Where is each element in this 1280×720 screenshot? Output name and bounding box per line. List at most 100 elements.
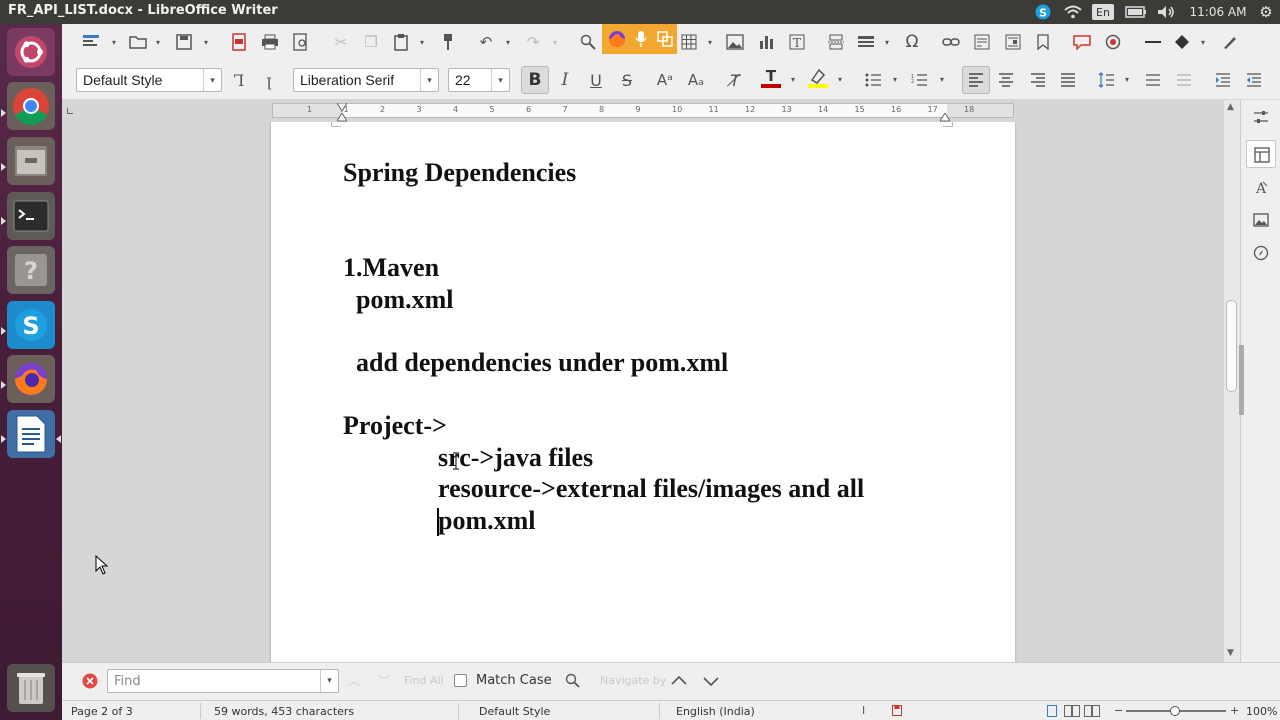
hyperlink-icon[interactable] (940, 31, 962, 53)
files-icon[interactable] (7, 137, 55, 185)
paragraph-style-select[interactable]: Default Style ▾ (76, 68, 222, 92)
find-previous-disabled-icon[interactable]: ︿ (348, 672, 360, 689)
strikethrough-icon[interactable]: S (616, 69, 638, 91)
document-line[interactable]: Project-> (343, 411, 447, 441)
increase-paragraph-spacing-icon[interactable] (1142, 69, 1164, 91)
scrollbar-thumb[interactable] (1226, 300, 1237, 392)
subscript-icon[interactable]: Aₐ (685, 69, 707, 91)
field-dropdown-arrow[interactable]: ▾ (885, 39, 893, 47)
firefox-icon[interactable] (7, 355, 55, 403)
comment-icon[interactable] (1071, 31, 1093, 53)
skype-icon[interactable]: S (7, 301, 55, 349)
document-line[interactable]: pom.xml (356, 285, 454, 315)
match-case-checkbox[interactable] (454, 674, 467, 687)
insert-table-icon[interactable] (678, 31, 700, 53)
find-next-disabled-icon[interactable]: ﹀ (378, 672, 390, 689)
insert-image-icon[interactable] (724, 31, 746, 53)
track-changes-icon[interactable] (1102, 31, 1124, 53)
document-line[interactable]: resource->external files/images and all (438, 474, 864, 504)
insert-textbox-icon[interactable]: T (786, 31, 808, 53)
zoom-out-icon[interactable]: − (1114, 704, 1123, 717)
align-center-icon[interactable] (995, 69, 1017, 91)
numbered-dropdown-arrow[interactable]: ▾ (940, 76, 948, 84)
wifi-icon[interactable] (1062, 3, 1084, 21)
print-icon[interactable] (259, 31, 281, 53)
font-name-select[interactable]: Liberation Serif ▾ (293, 68, 439, 92)
navigate-previous-icon[interactable] (670, 672, 688, 690)
font-color-dropdown-arrow[interactable]: ▾ (791, 76, 799, 84)
paste-icon[interactable] (390, 31, 412, 53)
paste-dropdown-arrow[interactable]: ▾ (420, 39, 428, 47)
find-all-button[interactable]: Find All (404, 674, 444, 687)
scroll-down-arrow[interactable]: ▼ (1227, 648, 1234, 658)
book-view-icon[interactable] (1084, 705, 1100, 717)
navigate-by-label[interactable]: Navigate by (600, 674, 666, 687)
font-size-arrow[interactable]: ▾ (491, 69, 509, 91)
highlight-color-icon[interactable] (807, 67, 829, 89)
open-folder-icon[interactable] (127, 31, 149, 53)
clone-formatting-icon[interactable] (437, 31, 459, 53)
undo-icon[interactable]: ↶ (475, 31, 497, 53)
redo-dropdown-arrow[interactable]: ▾ (553, 39, 561, 47)
bullet-list-icon[interactable] (862, 69, 884, 91)
bullet-dropdown-arrow[interactable]: ▾ (893, 76, 901, 84)
clock[interactable]: 11:06 AM (1186, 3, 1250, 21)
insert-line-icon[interactable] (1142, 31, 1164, 53)
help-icon[interactable]: ? (7, 246, 55, 294)
document-page[interactable]: Spring Dependencies 1.Maven pom.xml add … (271, 122, 1015, 662)
region-select-icon[interactable] (654, 28, 676, 50)
right-indent-marker[interactable] (939, 111, 951, 122)
sidebar-properties-tab[interactable] (1246, 140, 1276, 168)
microphone-icon[interactable] (630, 28, 652, 50)
numbered-list-icon[interactable]: 12 (908, 69, 930, 91)
libreoffice-writer-icon[interactable] (7, 410, 55, 458)
redo-icon[interactable]: ↷ (522, 31, 544, 53)
horizontal-ruler[interactable]: 1 1 2 3 4 5 6 7 8 9 10 11 12 13 14 15 16 17 18 (62, 100, 1224, 122)
sidebar-navigator-icon[interactable] (1250, 242, 1272, 264)
insert-mode-icon[interactable]: Ⅰ (862, 704, 876, 718)
zoom-level[interactable]: 100% (1246, 705, 1277, 718)
align-right-icon[interactable] (1027, 69, 1049, 91)
document-heading[interactable]: Spring Dependencies (343, 158, 576, 188)
new-style-icon[interactable]: ꞁ (258, 69, 280, 91)
basic-shapes-icon[interactable] (1171, 31, 1193, 53)
find-history-arrow[interactable]: ▾ (320, 670, 338, 692)
save-dropdown-arrow[interactable]: ▾ (204, 39, 212, 47)
font-name-arrow[interactable]: ▾ (420, 69, 438, 91)
zoom-slider-thumb[interactable] (1170, 706, 1180, 716)
tab-stop-selector[interactable] (67, 108, 73, 114)
new-document-icon[interactable] (80, 31, 102, 53)
font-size-select[interactable]: 22 ▾ (448, 68, 510, 92)
close-find-icon[interactable] (82, 673, 98, 689)
trash-icon[interactable] (7, 664, 55, 712)
bold-icon[interactable]: B (521, 66, 549, 94)
multi-page-view-icon[interactable] (1064, 705, 1080, 717)
copy-icon[interactable]: ❐ (360, 31, 382, 53)
print-preview-icon[interactable] (290, 31, 312, 53)
draw-functions-icon[interactable] (1219, 31, 1241, 53)
decrease-paragraph-spacing-icon[interactable] (1173, 69, 1195, 91)
battery-icon[interactable] (1124, 3, 1148, 21)
cut-icon[interactable]: ✂ (330, 31, 352, 53)
keyboard-layout-indicator[interactable]: En (1092, 4, 1114, 20)
settings-gear-icon[interactable]: ⚙ (1256, 3, 1276, 21)
line-spacing-icon[interactable] (1095, 69, 1117, 91)
sidebar-settings-icon[interactable] (1250, 106, 1272, 128)
italic-icon[interactable]: I (554, 69, 576, 91)
chrome-icon[interactable] (7, 82, 55, 130)
volume-icon[interactable] (1155, 3, 1177, 21)
navigate-next-icon[interactable] (702, 672, 720, 690)
ubuntu-dash-icon[interactable] (7, 28, 55, 76)
table-dropdown-arrow[interactable]: ▾ (708, 39, 716, 47)
superscript-icon[interactable]: Aᵃ (654, 69, 676, 91)
firefox-overlay-icon[interactable] (606, 28, 628, 50)
sidebar-gallery-icon[interactable] (1250, 209, 1272, 231)
document-canvas[interactable]: Spring Dependencies 1.Maven pom.xml add … (62, 122, 1224, 662)
single-page-view-icon[interactable] (1047, 705, 1059, 717)
match-case-label[interactable]: Match Case (476, 673, 552, 688)
left-indent-marker[interactable] (336, 111, 348, 122)
document-modified-icon[interactable] (892, 705, 902, 716)
open-dropdown-arrow[interactable]: ▾ (156, 39, 164, 47)
align-left-icon[interactable] (962, 66, 990, 94)
justify-icon[interactable] (1057, 69, 1079, 91)
